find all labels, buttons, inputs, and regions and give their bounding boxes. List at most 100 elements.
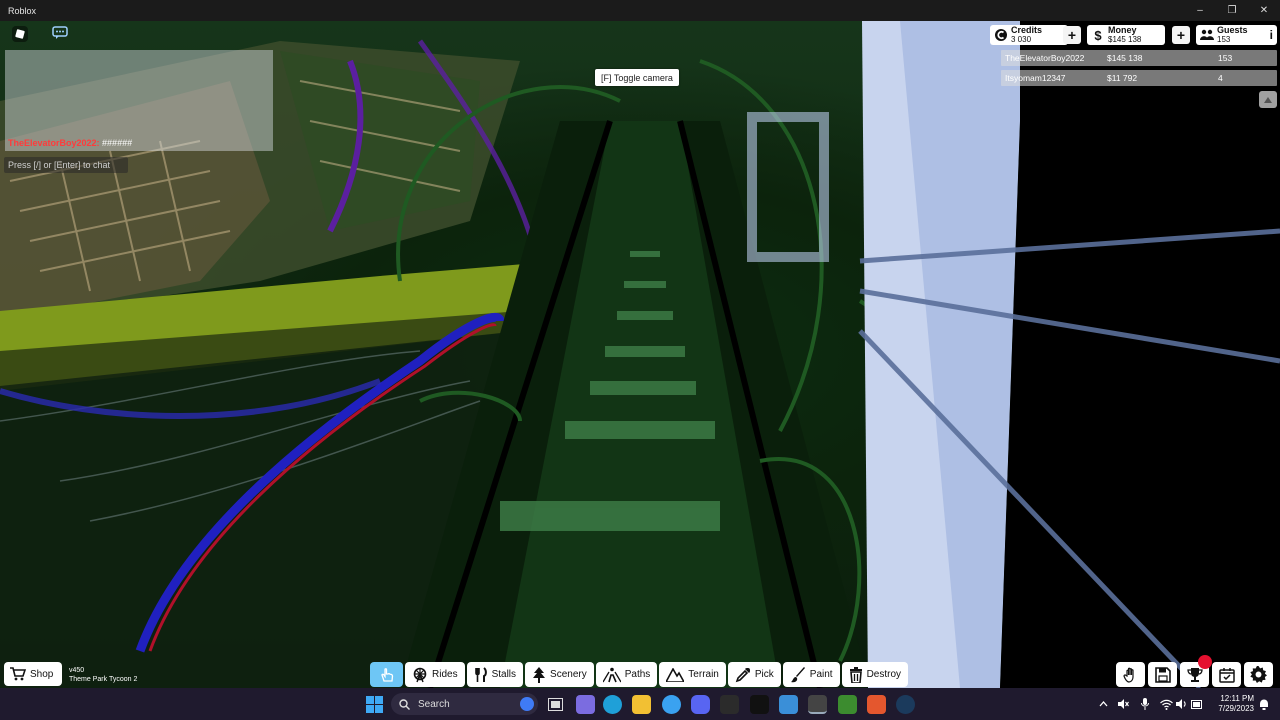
windows-logo-icon [366, 696, 374, 704]
window-title: Roblox [8, 5, 37, 16]
task-view-icon[interactable] [546, 695, 565, 714]
money-label: Money [1108, 25, 1137, 35]
leaderboard-player-name: TheElevatorBoy2022 [1005, 53, 1085, 63]
calendar-button[interactable] [1212, 662, 1241, 687]
right-toolbar [1116, 655, 1273, 687]
trash-icon [849, 666, 863, 683]
steam-icon[interactable] [896, 695, 915, 714]
save-button[interactable] [1148, 662, 1177, 687]
destroy-button[interactable]: Destroy [841, 662, 909, 687]
window-controls: – ❐ ✕ [1184, 0, 1280, 21]
roblox-studio-icon[interactable] [779, 695, 798, 714]
version-info: v450 Theme Park Tycoon 2 [69, 666, 137, 684]
money-value: $145 138 [1108, 35, 1142, 44]
awards-button[interactable] [1180, 655, 1212, 687]
hand-pointer-icon [380, 667, 393, 682]
taskbar-search[interactable]: Search [391, 693, 538, 715]
stalls-button[interactable]: Stalls [466, 662, 524, 687]
settings-button[interactable] [1244, 662, 1273, 687]
minecraft-icon[interactable] [838, 695, 857, 714]
game-name: Theme Park Tycoon 2 [69, 676, 138, 683]
windows-taskbar: Search 12:11 PM 7/29/2023 [0, 688, 1280, 720]
shopping-cart-icon [10, 667, 26, 681]
stalls-label: Stalls [491, 669, 517, 680]
leaderboard-row[interactable]: Itsyomam12347 $11 792 4 [1001, 70, 1277, 86]
maximize-button[interactable]: ❐ [1216, 0, 1248, 21]
gear-icon [1250, 666, 1267, 683]
info-icon[interactable]: i [1270, 28, 1273, 42]
chat-message: TheElevatorBoy2022: ###### [8, 138, 132, 148]
version-number: v450 [69, 667, 85, 674]
start-button[interactable] [366, 696, 383, 713]
terrain-button[interactable]: Terrain [659, 662, 726, 687]
discord-icon[interactable] [691, 695, 710, 714]
guests-label: Guests [1217, 25, 1248, 35]
chat-username: TheElevatorBoy2022: [8, 138, 100, 148]
dollar-icon: $ [1094, 27, 1102, 43]
mute-icon[interactable] [1116, 694, 1130, 714]
wifi-icon[interactable] [1159, 694, 1173, 714]
leaderboard-guests: 153 [1218, 53, 1233, 63]
hand-tool-button[interactable] [1116, 662, 1145, 687]
chevron-up-icon[interactable] [1096, 694, 1110, 714]
search-icon [399, 698, 410, 710]
bing-icon [520, 697, 534, 711]
taskbar-clock[interactable]: 12:11 PM 7/29/2023 [1210, 694, 1254, 714]
volume-icon[interactable] [1174, 694, 1188, 714]
file-explorer-icon[interactable] [632, 695, 651, 714]
credits-display: Credits 3 030 [990, 25, 1068, 45]
chrome-icon[interactable] [662, 695, 681, 714]
buy-credits-button[interactable]: + [1063, 26, 1081, 44]
buy-money-button[interactable]: + [1172, 26, 1190, 44]
scenery-button[interactable]: Scenery [525, 662, 594, 687]
microphone-icon[interactable] [1138, 694, 1152, 714]
path-icon [602, 667, 621, 683]
roblox-menu-button[interactable] [12, 26, 28, 42]
tree-icon [532, 666, 546, 683]
ferris-wheel-icon [412, 667, 428, 683]
build-toolbar: Rides Stalls Scenery Paths Terrain Pick … [370, 662, 909, 687]
notifications-icon[interactable] [1257, 694, 1271, 714]
leaderboard-money: $11 792 [1107, 73, 1138, 83]
paint-label: Paint [809, 669, 833, 680]
guests-display: Guests 153 i [1196, 25, 1277, 45]
money-display: $ Money $145 138 [1087, 25, 1165, 45]
calendar-check-icon [1218, 667, 1235, 683]
guests-value: 153 [1217, 35, 1231, 44]
credits-icon [994, 28, 1008, 42]
leaderboard-row[interactable]: TheElevatorBoy2022 $145 138 153 [1001, 50, 1277, 66]
chat-toggle-button[interactable] [51, 25, 69, 41]
leaderboard-collapse-button[interactable] [1259, 91, 1277, 108]
shop-label: Shop [30, 668, 54, 680]
paths-button[interactable]: Paths [595, 662, 658, 687]
leaderboard-money: $145 138 [1107, 53, 1143, 63]
rides-button[interactable]: Rides [405, 662, 465, 687]
tiktok-icon[interactable] [750, 695, 769, 714]
paint-button[interactable]: Paint [782, 662, 840, 687]
leaderboard-player-name: Itsyomam12347 [1005, 73, 1066, 83]
chat-panel [5, 50, 273, 151]
credits-label: Credits [1011, 25, 1043, 35]
edge-browser-icon[interactable] [603, 695, 622, 714]
brush-icon [790, 666, 806, 683]
minimize-button[interactable]: – [1184, 0, 1216, 21]
office-icon[interactable] [867, 695, 886, 714]
roblox-app-icon[interactable] [808, 695, 827, 714]
credits-value: 3 030 [1011, 35, 1032, 44]
chat-input[interactable]: Press [/] or [Enter] to chat [4, 157, 128, 173]
teams-chat-icon[interactable] [576, 695, 595, 714]
pick-button[interactable]: Pick [727, 662, 781, 687]
shop-button[interactable]: Shop [4, 662, 62, 686]
destroy-label: Destroy [866, 669, 902, 680]
mountain-icon [666, 667, 685, 682]
chat-message-text: ###### [99, 138, 133, 148]
clock-time: 12:11 PM [1220, 694, 1254, 703]
paths-label: Paths [624, 669, 651, 680]
epic-games-icon[interactable] [720, 695, 739, 714]
terrain-label: Terrain [688, 669, 719, 680]
close-button[interactable]: ✕ [1248, 0, 1280, 21]
trophy-icon [1186, 667, 1203, 682]
battery-icon[interactable] [1190, 694, 1204, 714]
rides-label: Rides [432, 669, 458, 680]
select-tool-button[interactable] [370, 662, 403, 687]
